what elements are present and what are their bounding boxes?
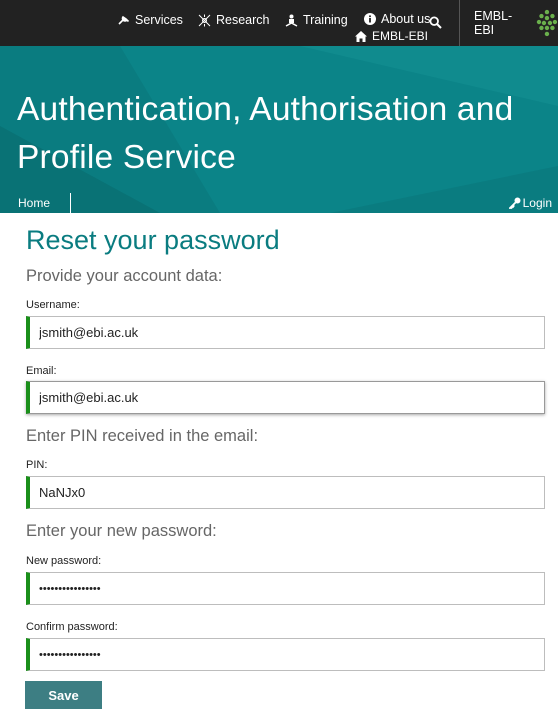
topbar-divider [459, 0, 460, 46]
wrench-icon [118, 15, 130, 25]
search-icon [428, 15, 442, 29]
login-label: Login [522, 196, 552, 210]
nav-home-label: EMBL-EBI [372, 29, 429, 43]
page-title: Reset your password [26, 225, 280, 255]
breadcrumb-divider [70, 193, 71, 213]
nav-training-label: Training [303, 13, 348, 27]
nav-about-label: About us [381, 12, 431, 26]
embl-ebi-label: EMBL-EBI [474, 9, 513, 37]
nav-services-label: Services [135, 13, 183, 27]
search-button[interactable] [424, 11, 446, 33]
save-button[interactable]: Save [25, 681, 102, 709]
breadcrumb-home-link[interactable]: Home [18, 196, 50, 210]
home-icon [355, 30, 367, 42]
new-password-label: New password: [26, 555, 102, 567]
nav-research[interactable]: Research [198, 13, 270, 27]
confirm-password-label: Confirm password: [26, 621, 118, 633]
email-label: Email: [26, 365, 57, 377]
new-password-field[interactable] [26, 572, 545, 605]
username-label: Username: [26, 299, 80, 311]
section-pin-heading: Enter PIN received in the email: [26, 427, 259, 445]
nav-embl-ebi-home[interactable]: EMBL-EBI [355, 29, 428, 43]
section-account-heading: Provide your account data: [26, 267, 223, 285]
nav-about-us[interactable]: About us [364, 12, 430, 26]
nav-research-label: Research [216, 13, 270, 27]
nav-services[interactable]: Services [118, 13, 183, 27]
info-icon [364, 13, 376, 25]
embl-logo-icon [536, 9, 558, 37]
username-field[interactable] [26, 316, 545, 349]
nav-training[interactable]: Training [285, 13, 348, 27]
section-password-heading: Enter your new password: [26, 522, 217, 540]
embl-ebi-dropdown[interactable]: EMBL-EBI [461, 0, 558, 46]
login-link[interactable]: Login [508, 196, 552, 210]
training-icon [285, 14, 298, 27]
email-field[interactable] [26, 381, 545, 414]
site-title: Authentication, Authorisation and Profil… [17, 91, 514, 176]
confirm-password-field[interactable] [26, 638, 545, 671]
pin-label: PIN: [26, 459, 48, 471]
research-icon [198, 14, 211, 26]
global-topbar: Services Research Training About us EMBL… [0, 0, 558, 46]
key-icon [508, 197, 521, 209]
masthead: Authentication, Authorisation and Profil… [0, 46, 558, 213]
pin-field[interactable] [26, 476, 545, 509]
